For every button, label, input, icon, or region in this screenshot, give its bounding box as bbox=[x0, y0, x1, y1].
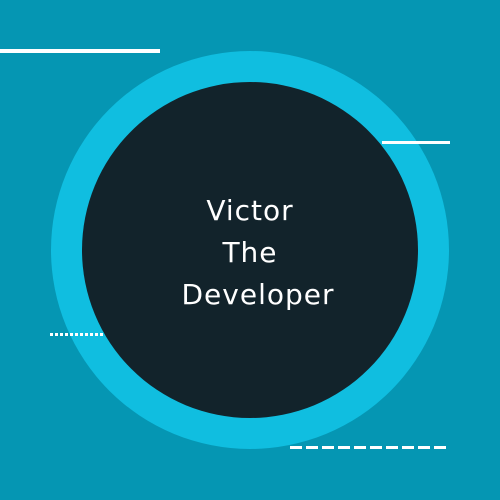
decorative-top-left-line bbox=[0, 49, 160, 53]
decorative-right-line bbox=[382, 141, 450, 144]
decorative-dashed-line bbox=[290, 446, 446, 449]
logo-canvas: Victor The Developer bbox=[0, 0, 500, 500]
logo-text-line-developer: Developer bbox=[181, 278, 335, 311]
logo-text-line-victor: Victor bbox=[206, 194, 294, 227]
logo-text-line-the: The bbox=[222, 236, 278, 269]
decorative-dotted-line bbox=[50, 333, 103, 336]
logo-text: Victor The Developer bbox=[150, 190, 350, 316]
